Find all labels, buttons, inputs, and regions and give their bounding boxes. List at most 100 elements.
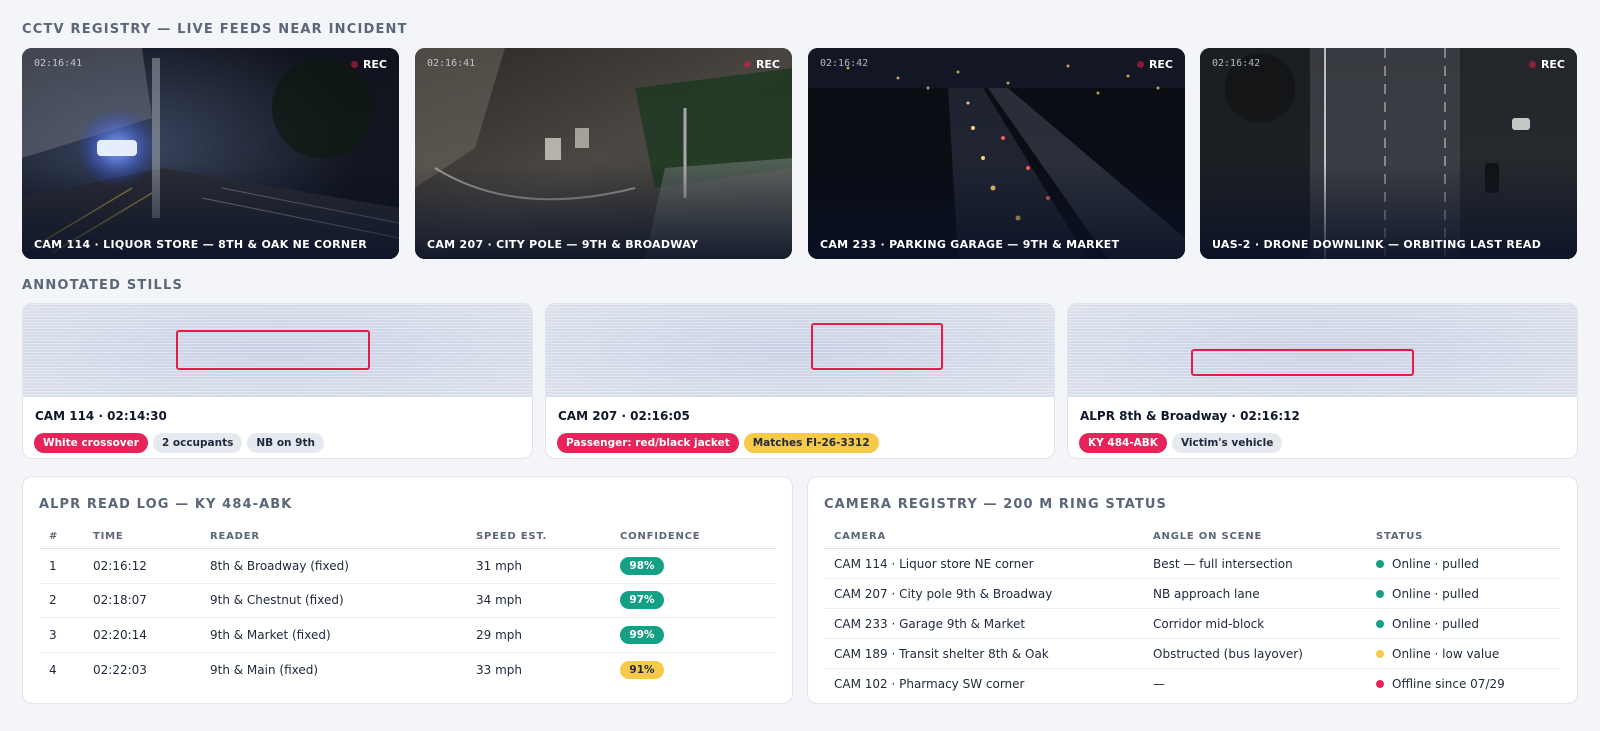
status-text: Offline since 07/29 [1392,676,1505,691]
annotation-box [1191,349,1414,376]
tag: Passenger: red/black jacket [557,433,739,453]
registry-panel-title: CAMERA REGISTRY — 200 M RING STATUS [824,497,1168,512]
still-title: ALPR 8th & Broadway · 02:16:12 [1080,409,1300,423]
table-row[interactable]: CAM 233 · Garage 9th & Market Corridor m… [824,608,1561,639]
tag: KY 484-ABK [1079,433,1167,453]
cell-speed: 34 mph [466,583,610,618]
table-row[interactable]: CAM 114 · Liquor store NE corner Best — … [824,548,1561,579]
col-header: STATUS [1366,525,1561,549]
confidence-badge: 97% [620,591,664,610]
cell-speed: 31 mph [466,548,610,584]
registry-table: CAMERA ANGLE ON SCENE STATUS CAM 114 · L… [824,525,1561,698]
cell-reader: 9th & Market (fixed) [200,617,466,653]
cell-angle: — [1153,676,1165,691]
rec-indicator: REC [1136,58,1173,71]
table-row[interactable]: 4 02:22:03 9th & Main (fixed) 33 mph 91% [39,652,776,687]
status-text: Online · low value [1392,646,1500,661]
rec-dot-icon [743,61,751,68]
status-text: Online · pulled [1392,616,1480,631]
cell-index: 4 [49,662,57,677]
feed-caption: CAM 233 · PARKING GARAGE — 9TH & MARKET [820,238,1120,251]
feed-cam-233[interactable]: 02:16:42 REC CAM 233 · PARKING GARAGE — … [808,48,1185,259]
feed-caption: UAS-2 · DRONE DOWNLINK — ORBITING LAST R… [1212,238,1542,251]
status-dot-icon [1376,649,1384,658]
col-header: SPEED EST. [466,525,610,549]
cell-camera: CAM 114 · Liquor store NE corner [824,548,1143,579]
tag: Victim's vehicle [1171,433,1283,453]
cell-camera: CAM 233 · Garage 9th & Market [824,608,1143,639]
feed-timecode: 02:16:41 [34,58,83,69]
cell-time: 02:22:03 [93,662,147,677]
still-frame [1068,304,1577,397]
table-row[interactable]: 2 02:18:07 9th & Chestnut (fixed) 34 mph… [39,583,776,618]
cell-angle: Obstructed (bus layover) [1143,638,1366,669]
still-tags: Passenger: red/black jacket Matches FI-2… [557,433,879,453]
status-dot-icon [1376,559,1384,568]
table-row[interactable]: CAM 189 · Transit shelter 8th & Oak Obst… [824,638,1561,669]
cell-reader: 9th & Chestnut (fixed) [200,583,466,618]
feed-uas-2[interactable]: 02:16:42 REC UAS-2 · DRONE DOWNLINK — OR… [1200,48,1577,259]
still-tags: White crossover 2 occupants NB on 9th [34,433,324,453]
tag: White crossover [34,433,148,453]
feed-cam-207[interactable]: 02:16:41 REC CAM 207 · CITY POLE — 9TH &… [415,48,792,259]
cell-index: 2 [39,583,83,618]
col-header: ANGLE ON SCENE [1143,525,1366,549]
status-text: Online · pulled [1392,556,1480,571]
cell-angle: Corridor mid-block [1143,608,1366,639]
status-dot-icon [1376,679,1384,688]
rec-indicator: REC [743,58,780,71]
cell-time: 02:16:12 [83,548,200,584]
still-card-alpr[interactable]: ALPR 8th & Broadway · 02:16:12 KY 484-AB… [1067,303,1578,459]
tag: Matches FI-26-3312 [743,433,879,453]
col-header: TIME [83,525,200,549]
cell-camera: CAM 189 · Transit shelter 8th & Oak [824,638,1143,669]
stills-section-title: ANNOTATED STILLS [22,278,184,293]
cell-index: 3 [39,617,83,653]
still-frame [23,304,532,397]
col-header: # [39,525,83,549]
col-header: READER [200,525,466,549]
confidence-badge: 91% [620,660,664,679]
still-card-cam-114[interactable]: CAM 114 · 02:14:30 White crossover 2 occ… [22,303,533,459]
confidence-badge: 98% [620,556,664,575]
annotation-box [176,330,370,370]
alpr-panel-title: ALPR READ LOG — KY 484-ABK [39,497,293,512]
feed-caption: CAM 114 · LIQUOR STORE — 8TH & OAK NE CO… [34,238,367,251]
still-tags: KY 484-ABK Victim's vehicle [1079,433,1283,453]
still-title: CAM 114 · 02:14:30 [35,409,167,423]
still-frame [546,304,1054,397]
cell-speed: 33 mph [476,662,522,677]
status-text: Online · pulled [1392,586,1480,601]
table-row[interactable]: CAM 207 · City pole 9th & Broadway NB ap… [824,578,1561,609]
feed-timecode: 02:16:42 [820,58,869,69]
feed-cam-114[interactable]: 02:16:41 REC CAM 114 · LIQUOR STORE — 8T… [22,48,399,259]
table-row[interactable]: 3 02:20:14 9th & Market (fixed) 29 mph 9… [39,617,776,653]
alpr-table: # TIME READER SPEED EST. CONFIDENCE 1 02… [39,525,776,687]
alpr-read-log-panel: ALPR READ LOG — KY 484-ABK # TIME READER… [22,476,793,704]
cell-index: 1 [39,548,83,584]
cell-camera: CAM 102 · Pharmacy SW corner [834,676,1025,691]
feeds-section-title: CCTV REGISTRY — LIVE FEEDS NEAR INCIDENT [22,22,408,37]
cell-angle: Best — full intersection [1143,548,1366,579]
confidence-badge: 99% [620,625,664,644]
cell-reader: 8th & Broadway (fixed) [200,548,466,584]
feed-timecode: 02:16:42 [1212,58,1261,69]
cell-angle: NB approach lane [1143,578,1366,609]
still-title: CAM 207 · 02:16:05 [558,409,690,423]
status-dot-icon [1376,619,1384,628]
cell-speed: 29 mph [466,617,610,653]
table-row[interactable]: 1 02:16:12 8th & Broadway (fixed) 31 mph… [39,548,776,584]
cell-camera: CAM 207 · City pole 9th & Broadway [824,578,1143,609]
rec-indicator: REC [350,58,387,71]
cell-time: 02:18:07 [83,583,200,618]
still-card-cam-207[interactable]: CAM 207 · 02:16:05 Passenger: red/black … [545,303,1055,459]
rec-dot-icon [1528,61,1536,68]
feed-timecode: 02:16:41 [427,58,476,69]
rec-dot-icon [350,61,358,68]
col-header: CONFIDENCE [610,525,776,549]
tag: NB on 9th [247,433,324,453]
table-row[interactable]: CAM 102 · Pharmacy SW corner — Offline s… [824,669,1561,699]
camera-registry-panel: CAMERA REGISTRY — 200 M RING STATUS CAME… [807,476,1578,704]
annotation-box [811,323,943,370]
rec-indicator: REC [1528,58,1565,71]
